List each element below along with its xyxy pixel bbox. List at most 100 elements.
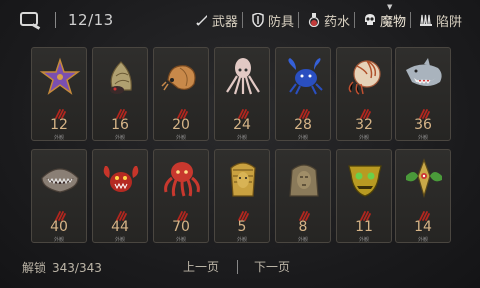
monster-card-red-crab[interactable]: 44 外観 <box>92 149 148 243</box>
skull-icon <box>363 13 377 27</box>
header-divider <box>55 12 56 28</box>
nautilus-icon <box>343 56 387 96</box>
card-value: 36 <box>414 117 432 133</box>
monster-card-green-idol[interactable]: 14 外観 <box>395 149 451 243</box>
shield-icon <box>251 13 265 27</box>
giant-clam-icon <box>38 158 82 198</box>
monster-card-squid[interactable]: 24 外観 <box>214 47 270 141</box>
card-value: 44 <box>111 219 129 235</box>
red-crab-icon <box>99 158 143 198</box>
card-value: 32 <box>355 117 373 133</box>
monster-card-octopus[interactable]: 70 外観 <box>153 149 209 243</box>
pager-divider <box>237 259 239 274</box>
collection-grid: 12 外観 16 外観 20 外観 24 外観 28 外観 32 外観 36 外観 40 外観 44 外観 70 外観… <box>31 47 451 244</box>
potion-icon <box>307 13 321 27</box>
monster-card-golden-pharaoh[interactable]: 5 外観 <box>214 149 270 243</box>
card-caption: 外観 <box>297 237 308 243</box>
card-value: 14 <box>414 219 432 235</box>
card-caption: 外観 <box>53 135 64 141</box>
page-counter: 12/13 <box>68 11 114 29</box>
claw-mark-icon <box>176 206 188 221</box>
blue-lobster-icon <box>282 56 326 96</box>
golden-mask-icon <box>343 158 387 198</box>
monster-card-starfish[interactable]: 12 外観 <box>31 47 87 141</box>
tab-weapons[interactable]: 武器 <box>191 10 247 30</box>
monster-card-shark[interactable]: 36 外観 <box>395 47 451 141</box>
card-caption: 外観 <box>358 237 369 243</box>
card-caption: 外観 <box>358 135 369 141</box>
claw-mark-icon <box>54 206 66 221</box>
squid-icon <box>221 56 265 96</box>
tab-traps[interactable]: 陷阱 <box>415 10 466 30</box>
claw-mark-icon <box>359 104 371 119</box>
card-caption: 外観 <box>417 237 428 243</box>
prev-page-button[interactable]: 上一页 <box>183 258 219 275</box>
tab-potions-label: 药水 <box>323 14 350 30</box>
monster-card-sphinx-head[interactable]: 8 外観 <box>275 149 331 243</box>
header: 12/13 武器 防具 药水 ▼ 魔物 陷阱 <box>0 0 480 40</box>
claw-mark-icon <box>418 104 430 119</box>
next-page-button[interactable]: 下一页 <box>254 258 290 275</box>
shrimp-shell-icon <box>160 56 204 96</box>
screen: 12/13 武器 防具 药水 ▼ 魔物 陷阱 12 外観 16 外観 20 外観… <box>0 0 480 288</box>
claw-mark-icon <box>359 206 371 221</box>
claw-mark-icon <box>298 104 310 119</box>
tab-armor-label: 防具 <box>267 14 294 30</box>
hermit-crab-icon <box>99 56 143 96</box>
category-tabs: 武器 防具 药水 ▼ 魔物 陷阱 <box>191 3 466 30</box>
monster-card-blue-lobster[interactable]: 28 外観 <box>275 47 331 141</box>
monster-card-giant-clam[interactable]: 40 外観 <box>31 149 87 243</box>
card-value: 20 <box>172 117 190 133</box>
claw-mark-icon <box>298 206 310 221</box>
card-caption: 外観 <box>175 237 186 243</box>
active-tab-caret-icon: ▼ <box>386 3 393 11</box>
claw-mark-icon <box>115 104 127 119</box>
card-value: 24 <box>233 117 251 133</box>
monster-card-nautilus[interactable]: 32 外観 <box>336 47 392 141</box>
tab-weapons-label: 武器 <box>211 14 238 30</box>
monster-card-golden-mask[interactable]: 11 外観 <box>336 149 392 243</box>
card-value: 12 <box>50 117 68 133</box>
unlock-status: 解锁 343/343 <box>22 259 102 276</box>
claw-mark-icon <box>237 206 249 221</box>
card-caption: 外観 <box>114 135 125 141</box>
card-caption: 外観 <box>236 237 247 243</box>
card-caption: 外観 <box>236 135 247 141</box>
trap-icon <box>419 13 433 27</box>
card-value: 5 <box>237 219 247 235</box>
unlock-value: 343/343 <box>52 261 102 275</box>
card-value: 11 <box>355 219 373 235</box>
card-caption: 外観 <box>114 237 125 243</box>
shark-icon <box>402 56 446 96</box>
card-caption: 外観 <box>53 237 64 243</box>
tab-monsters[interactable]: ▼ 魔物 <box>359 3 415 30</box>
tab-monsters-label: 魔物 <box>379 14 406 30</box>
starfish-icon <box>38 56 82 96</box>
search-logo-icon[interactable] <box>20 12 38 26</box>
card-caption: 外観 <box>297 135 308 141</box>
sphinx-head-icon <box>282 158 326 198</box>
unlock-label: 解锁 <box>22 261 47 275</box>
monster-card-hermit-crab[interactable]: 16 外観 <box>92 47 148 141</box>
green-idol-icon <box>402 158 446 199</box>
card-value: 8 <box>298 219 308 235</box>
claw-mark-icon <box>237 104 249 119</box>
octopus-icon <box>160 158 204 198</box>
card-caption: 外観 <box>175 135 186 141</box>
card-value: 16 <box>111 117 129 133</box>
claw-mark-icon <box>176 104 188 119</box>
claw-mark-icon <box>54 104 66 119</box>
card-value: 70 <box>172 219 190 235</box>
tab-traps-label: 陷阱 <box>435 14 462 30</box>
claw-mark-icon <box>418 206 430 221</box>
tab-potions[interactable]: 药水 <box>303 10 359 30</box>
golden-pharaoh-icon <box>221 158 265 198</box>
card-value: 40 <box>50 219 68 235</box>
card-caption: 外観 <box>417 135 428 141</box>
monster-card-shrimp-shell[interactable]: 20 外観 <box>153 47 209 141</box>
pager: 上一页 下一页 <box>183 258 290 275</box>
claw-mark-icon <box>115 206 127 221</box>
tab-armor[interactable]: 防具 <box>247 10 303 30</box>
card-value: 28 <box>294 117 312 133</box>
sword-icon <box>195 13 209 27</box>
